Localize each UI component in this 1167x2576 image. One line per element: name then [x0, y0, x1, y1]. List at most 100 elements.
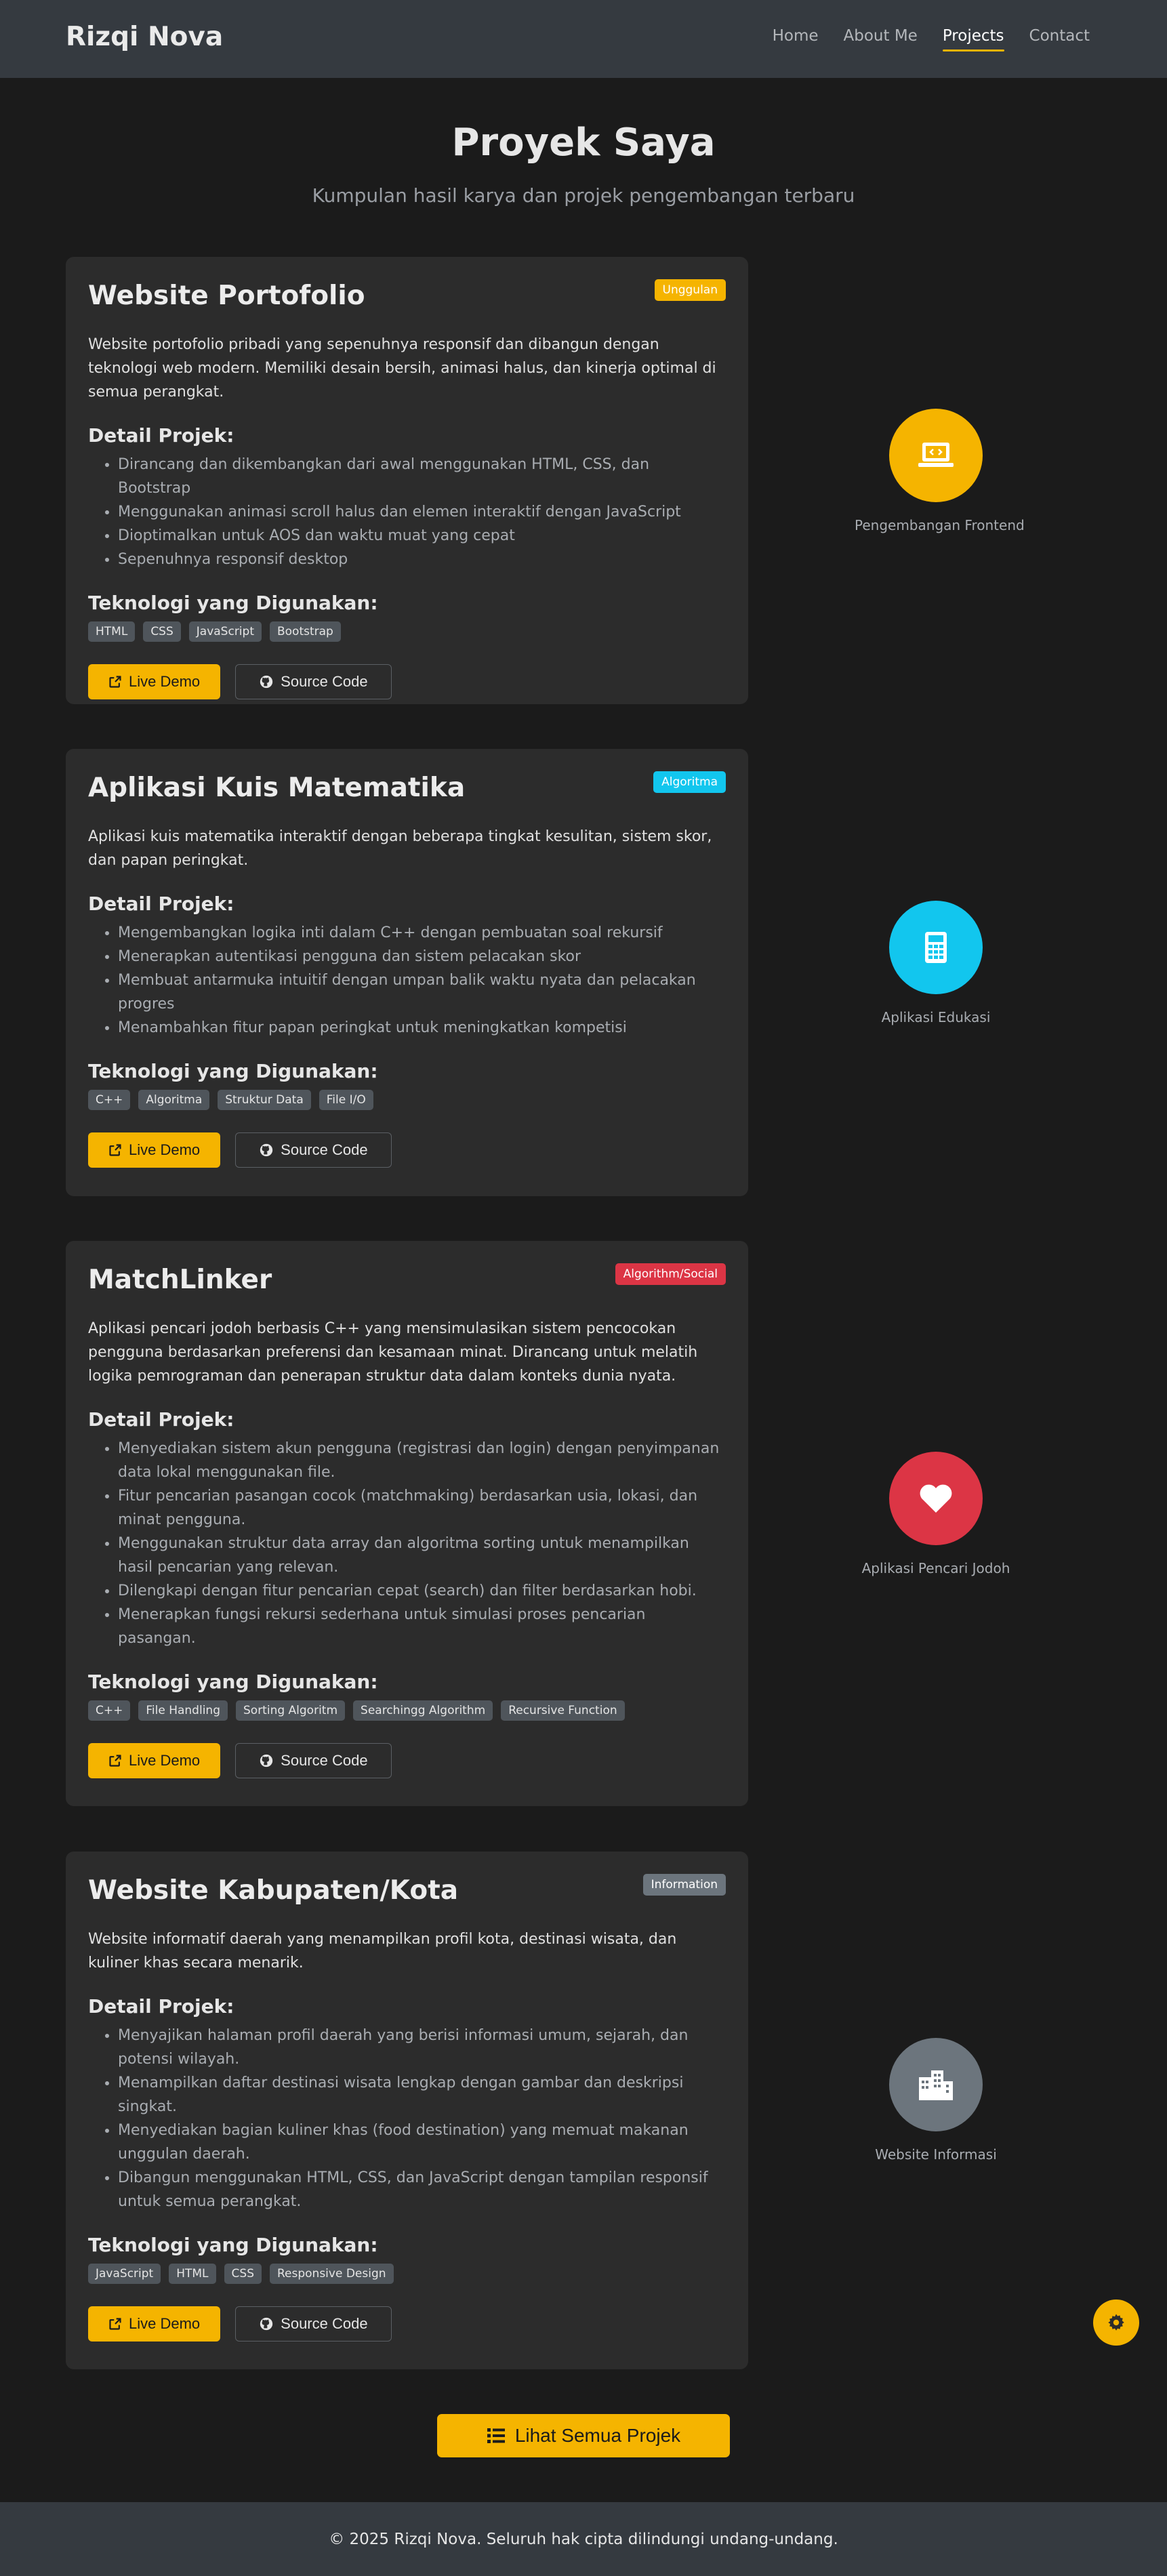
tech-tag: HTML	[88, 621, 136, 642]
live-demo-button[interactable]: Live Demo	[88, 1743, 221, 1778]
category-label: Aplikasi Edukasi	[881, 1009, 991, 1025]
nav-link-projects[interactable]: Projects	[942, 27, 1004, 52]
live-demo-label: Live Demo	[129, 1752, 201, 1769]
live-demo-label: Live Demo	[129, 1141, 201, 1158]
project-card: MatchLinker Algorithm/Social Aplikasi pe…	[66, 1241, 748, 1806]
live-demo-button[interactable]: Live Demo	[88, 2306, 221, 2342]
project-category: Aplikasi Edukasi	[855, 901, 1017, 1025]
tech-tags: HTML CSS JavaScript Bootstrap	[88, 621, 726, 642]
tech-tag: JavaScript	[88, 2264, 161, 2284]
detail-list: Menyediakan sistem akun pengguna (regist…	[88, 1437, 726, 1650]
detail-item: Dilengkapi dengan fitur pencarian cepat …	[118, 1579, 726, 1603]
source-code-button[interactable]: Source Code	[235, 2306, 392, 2342]
detail-item: Fitur pencarian pasangan cocok (matchmak…	[118, 1484, 726, 1532]
laptop-code-icon	[918, 443, 954, 467]
detail-item: Menambahkan fitur papan peringkat untuk …	[118, 1016, 726, 1040]
source-code-label: Source Code	[281, 1141, 368, 1158]
github-icon	[260, 1754, 273, 1767]
project-card: Aplikasi Kuis Matematika Algoritma Aplik…	[66, 749, 748, 1196]
project-category: Aplikasi Pencari Jodoh	[855, 1452, 1017, 1576]
live-demo-button[interactable]: Live Demo	[88, 664, 221, 699]
category-circle	[889, 1452, 983, 1545]
tech-tag: File Handling	[138, 1700, 228, 1721]
external-link-icon	[109, 1755, 121, 1767]
external-link-icon	[109, 2318, 121, 2330]
tech-tags: C++ File Handling Sorting Algoritm Searc…	[88, 1700, 726, 1721]
project-description: Website informatif daerah yang menampilk…	[88, 1931, 677, 1971]
tech-tag: CSS	[224, 2264, 262, 2284]
tech-tag: JavaScript	[188, 621, 262, 642]
project-badge: Algorithm/Social	[615, 1263, 726, 1285]
tech-tag: Sorting Algoritm	[236, 1700, 346, 1721]
project-card: Website Kabupaten/Kota Information Websi…	[66, 1852, 748, 2369]
nav-links: Home About Me Projects Contact	[773, 27, 1090, 52]
project-actions: Live Demo Source Code	[88, 664, 726, 699]
live-demo-label: Live Demo	[129, 2315, 201, 2332]
list-icon	[487, 2428, 505, 2443]
tech-tag: Struktur Data	[218, 1090, 311, 1110]
tech-tag: Responsive Design	[269, 2264, 394, 2284]
detail-heading: Detail Projek:	[88, 424, 234, 447]
theme-toggle-button[interactable]	[1093, 2299, 1139, 2346]
navbar: Rizqi Nova Home About Me Projects Contac…	[0, 0, 1167, 78]
source-code-button[interactable]: Source Code	[235, 664, 392, 699]
tech-heading: Teknologi yang Digunakan:	[88, 2234, 378, 2256]
nav-link-contact[interactable]: Contact	[1029, 27, 1090, 52]
detail-item: Menampilkan daftar destinasi wisata leng…	[118, 2071, 726, 2119]
category-label: Website Informasi	[875, 2146, 997, 2163]
gear-icon	[1108, 2314, 1124, 2331]
project-category: Pengembangan Frontend	[855, 409, 1025, 533]
tech-tag: Algoritma	[138, 1090, 210, 1110]
detail-item: Dioptimalkan untuk AOS dan waktu muat ya…	[118, 524, 726, 548]
detail-heading: Detail Projek:	[88, 1408, 234, 1431]
detail-item: Menyajikan halaman profil daerah yang be…	[118, 2024, 726, 2071]
project-actions: Live Demo Source Code	[88, 2306, 726, 2342]
github-icon	[260, 675, 273, 689]
project-description: Website portofolio pribadi yang sepenuhn…	[88, 336, 716, 401]
project-description: Aplikasi pencari jodoh berbasis C++ yang…	[88, 1320, 698, 1385]
detail-list: Mengembangkan logika inti dalam C++ deng…	[88, 921, 726, 1040]
detail-list: Menyajikan halaman profil daerah yang be…	[88, 2024, 726, 2213]
tech-tag: Recursive Function	[501, 1700, 625, 1721]
project-badge: Unggulan	[654, 279, 726, 301]
detail-item: Mengembangkan logika inti dalam C++ deng…	[118, 921, 726, 945]
project-category: Website Informasi	[855, 2038, 1017, 2163]
view-all-projects-button[interactable]: Lihat Semua Projek	[437, 2414, 730, 2457]
external-link-icon	[109, 676, 121, 688]
live-demo-button[interactable]: Live Demo	[88, 1132, 221, 1168]
brand-logo[interactable]: Rizqi Nova	[66, 22, 223, 52]
category-circle	[889, 2038, 983, 2131]
detail-list: Dirancang dan dikembangkan dari awal men…	[88, 453, 726, 571]
view-all-projects-label: Lihat Semua Projek	[514, 2425, 681, 2446]
heart-icon	[920, 1484, 952, 1513]
page-title: Proyek Saya	[451, 121, 716, 165]
detail-item: Menggunakan animasi scroll halus dan ele…	[118, 500, 726, 524]
tech-tag: CSS	[143, 621, 181, 642]
detail-item: Membuat antarmuka intuitif dengan umpan …	[118, 968, 726, 1016]
nav-link-about[interactable]: About Me	[844, 27, 918, 52]
external-link-icon	[109, 1144, 121, 1156]
project-card: Website Portofolio Unggulan Website port…	[66, 257, 748, 704]
page-subtitle: Kumpulan hasil karya dan projek pengemba…	[312, 184, 855, 207]
tech-heading: Teknologi yang Digunakan:	[88, 1060, 378, 1082]
calculator-icon	[925, 932, 947, 963]
footer-copyright: © 2025 Rizqi Nova. Seluruh hak cipta dil…	[329, 2530, 838, 2548]
footer: © 2025 Rizqi Nova. Seluruh hak cipta dil…	[0, 2502, 1167, 2576]
tech-heading: Teknologi yang Digunakan:	[88, 592, 378, 614]
project-title: Website Portofolio	[88, 281, 365, 311]
live-demo-label: Live Demo	[129, 673, 201, 690]
project-title: Website Kabupaten/Kota	[88, 1875, 459, 1906]
tech-tags: JavaScript HTML CSS Responsive Design	[88, 2264, 726, 2284]
detail-item: Menggunakan struktur data array dan algo…	[118, 1532, 726, 1579]
tech-tags: C++ Algoritma Struktur Data File I/O	[88, 1090, 726, 1110]
source-code-label: Source Code	[281, 2315, 368, 2332]
tech-tag: HTML	[169, 2264, 216, 2284]
detail-item: Dirancang dan dikembangkan dari awal men…	[118, 453, 726, 500]
detail-item: Sepenuhnya responsif desktop	[118, 548, 726, 571]
source-code-button[interactable]: Source Code	[235, 1743, 392, 1778]
nav-link-home[interactable]: Home	[773, 27, 819, 52]
detail-item: Menerapkan autentikasi pengguna dan sist…	[118, 945, 726, 968]
source-code-button[interactable]: Source Code	[235, 1132, 392, 1168]
project-actions: Live Demo Source Code	[88, 1132, 726, 1168]
tech-tag: Bootstrap	[269, 621, 341, 642]
